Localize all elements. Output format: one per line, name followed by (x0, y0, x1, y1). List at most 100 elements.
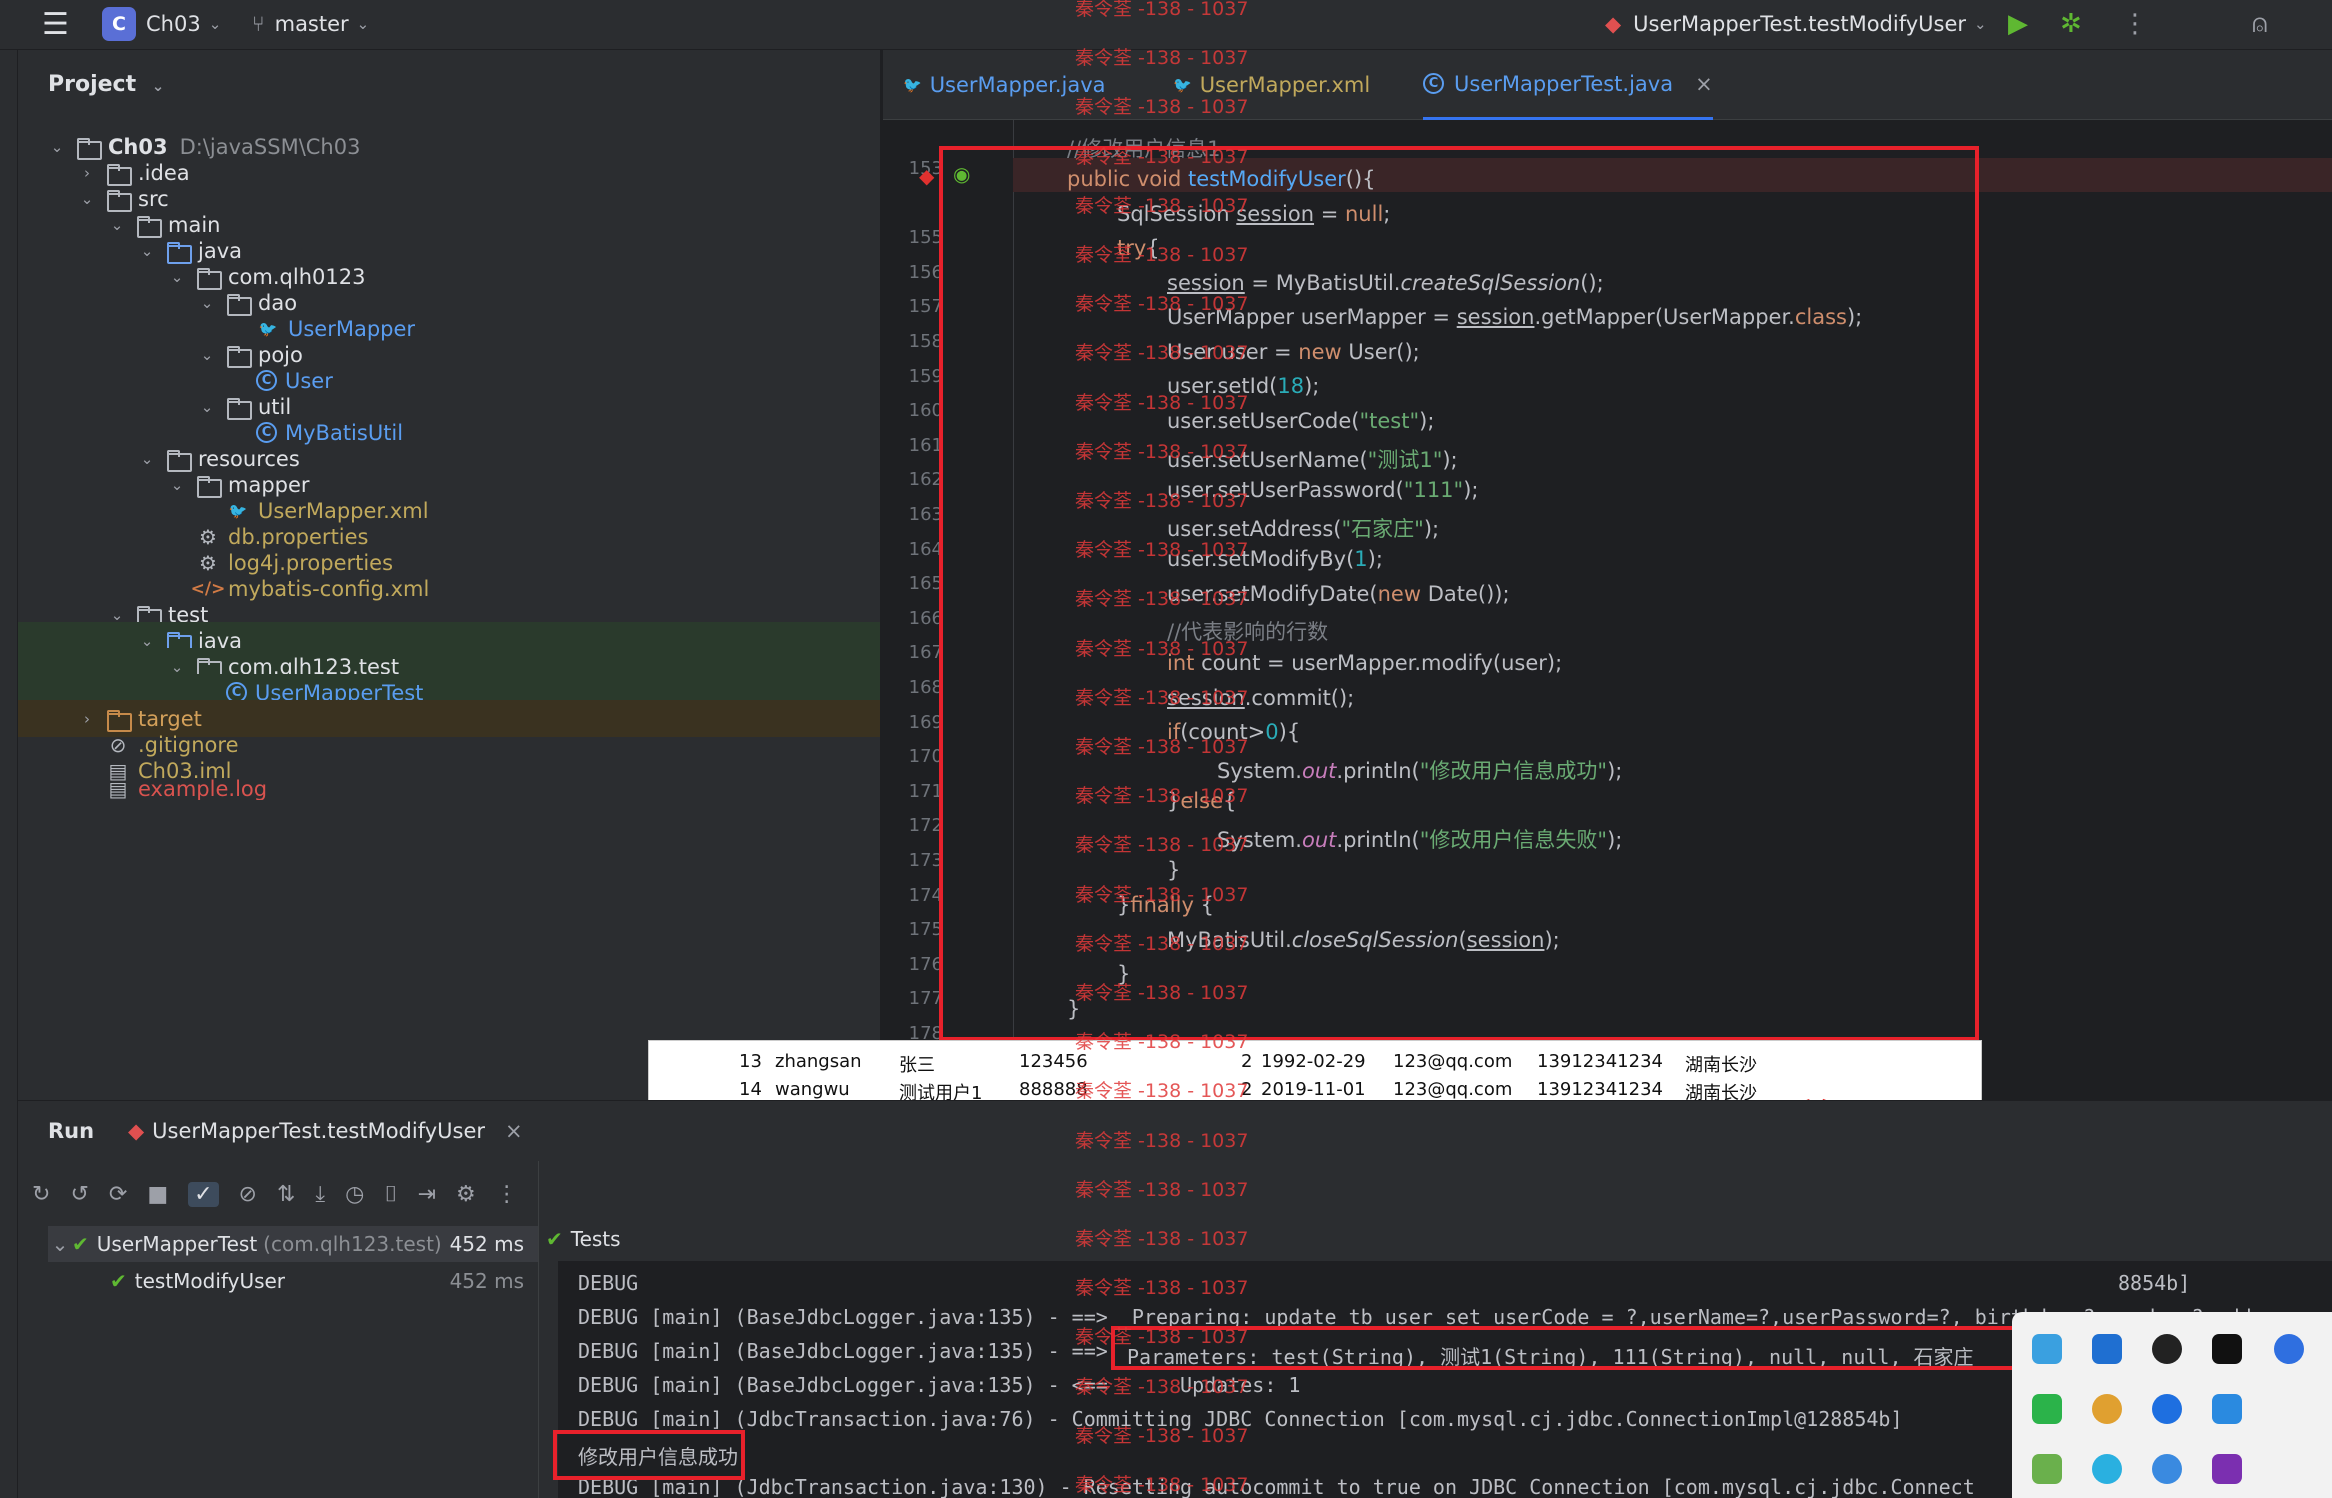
chevron-down-icon: ⌄ (151, 77, 165, 95)
mybatis-icon: 🐦 (903, 76, 922, 94)
run-panel-title[interactable]: Run (48, 1119, 94, 1143)
test-tree-root[interactable]: ⌄ ✔ UserMapperTest (com.qlh123.test) 452… (48, 1226, 538, 1262)
watermark-text: 秦令荃 -138 - 1037 (1075, 0, 1249, 20)
app-icon[interactable] (2212, 1334, 2242, 1364)
qq-icon[interactable] (2152, 1334, 2182, 1364)
line-number: 170 (908, 746, 943, 768)
more-actions-icon[interactable]: ⋮ (2122, 0, 2148, 48)
class-icon: C (1423, 73, 1444, 94)
project-badge-icon: C (102, 7, 136, 41)
line-number: 172 (908, 815, 943, 837)
chevron-down-icon: ⌄ (200, 397, 214, 416)
watermark-text: 秦令荃 -138 - 1037 (1075, 686, 1249, 709)
watermark-text: 秦令荃 -138 - 1037 (1075, 588, 1249, 611)
main-menu-icon[interactable]: ☰ (42, 0, 69, 48)
watermark-text: 秦令荃 -138 - 1037 (1075, 1326, 1249, 1349)
project-switcher[interactable]: C Ch03 ⌄ (102, 0, 221, 48)
shield-icon[interactable] (2274, 1334, 2304, 1364)
screenshot-icon[interactable]: ⌷ (384, 1182, 397, 1207)
line-number: 169 (908, 711, 943, 733)
settings-icon[interactable]: ⚙ (456, 1182, 476, 1207)
test-config-icon: ◆ (1605, 12, 1622, 36)
annotation-box-parameters (1111, 1326, 2031, 1370)
table-cell-id: 13 (739, 1051, 762, 1072)
watermark-text: 秦令荃 -138 - 1037 (1075, 145, 1249, 168)
app-icon[interactable] (2092, 1334, 2122, 1364)
tree-item-example-log[interactable]: ▤ example.log (18, 778, 880, 800)
watermark-text: 秦令荃 -138 - 1037 (1075, 1080, 1249, 1103)
chevron-down-icon: ⌄ (200, 345, 214, 364)
line-number: 160 (908, 400, 943, 422)
import-tests-icon[interactable]: ⤓ (315, 1182, 325, 1207)
close-tab-icon[interactable]: × (1695, 72, 1713, 96)
stop-icon[interactable]: ■ (147, 1182, 168, 1207)
onenote-icon[interactable] (2212, 1454, 2242, 1484)
table-row[interactable]: 13 zhangsan 张三 123456 2 1992-02-29 123@qq.com 1… (649, 1049, 1981, 1077)
table-cell-phone: 13912341234 (1537, 1051, 1663, 1072)
watermark-text: 秦令荃 -138 - 1037 (1075, 96, 1249, 119)
table-cell-id: 14 (739, 1079, 762, 1100)
close-tab-icon[interactable]: × (505, 1119, 523, 1143)
run-config-name: UserMapperTest.testModifyUser (1633, 12, 1967, 36)
test-tree-item[interactable]: ✔ testModifyUser 452 ms (48, 1263, 538, 1299)
test-passed-icon: ✔ (110, 1269, 127, 1293)
rerun-failed-icon[interactable]: ↺ (70, 1182, 88, 1207)
sync-icon[interactable] (2092, 1394, 2122, 1424)
tab-usermappertest-java[interactable]: C UserMapperTest.java × (1423, 50, 1713, 120)
breakpoint-icon[interactable]: ◆ (919, 164, 934, 188)
watermark-text: 秦令荃 -138 - 1037 (1075, 1031, 1249, 1054)
wechat-icon[interactable] (2032, 1394, 2062, 1424)
table-cell-code: zhangsan (775, 1051, 862, 1072)
watermark-text: 秦令荃 -138 - 1037 (1075, 490, 1249, 512)
toggle-auto-test-icon[interactable]: ⟳ (109, 1182, 127, 1207)
project-panel-title[interactable]: Project ⌄ (48, 72, 164, 97)
run-icon[interactable]: ▶ (2008, 0, 2028, 48)
history-icon[interactable]: ◷ (345, 1182, 364, 1207)
show-passed-icon[interactable]: ✓ (188, 1181, 219, 1207)
watermark-text: 秦令荃 -138 - 1037 (1075, 539, 1249, 562)
project-name: Ch03 (146, 12, 201, 36)
console-line: DEBUG (578, 1271, 639, 1295)
add-user-icon[interactable]: ⍝ (2252, 0, 2268, 48)
debug-icon[interactable]: ✲ (2060, 0, 2082, 48)
branch-switcher[interactable]: ⑂ master ⌄ (252, 0, 369, 48)
chevron-down-icon: ⌄ (110, 215, 124, 234)
run-config-selector[interactable]: ◆ UserMapperTest.testModifyUser ⌄ (1605, 0, 1987, 48)
console-line-tail: 8854b] (2118, 1271, 2191, 1295)
system-tray-popup (2012, 1312, 2332, 1498)
tool-window-stripe (0, 50, 18, 1498)
chevron-down-icon: ⌄ (140, 631, 154, 650)
watermark-text: 秦令荃 -138 - 1037 (1075, 391, 1249, 414)
watermark-text: 秦令荃 -138 - 1037 (1075, 194, 1249, 217)
run-divider (538, 1161, 539, 1498)
show-ignored-icon[interactable]: ⊘ (239, 1182, 257, 1207)
chevron-down-icon: ⌄ (140, 241, 154, 260)
sort-icon[interactable]: ⇅ (277, 1182, 295, 1207)
defender-icon[interactable] (2212, 1394, 2242, 1424)
chevron-down-icon: ⌄ (140, 449, 154, 468)
project-panel: Project ⌄ ⌄ Ch03 D:\javaSSM\Ch03 › .idea… (18, 50, 892, 1100)
line-number: 168 (908, 677, 943, 698)
mybatis-icon: 🐦 (1173, 76, 1192, 94)
line-number: 165 (908, 573, 943, 595)
cloud-icon[interactable] (2092, 1454, 2122, 1484)
run-tab[interactable]: ◆ UserMapperTest.testModifyUser × (128, 1119, 523, 1143)
watermark-text: 秦令荃 -138 - 1037 (1075, 1424, 1249, 1447)
rerun-icon[interactable]: ↻ (32, 1182, 50, 1207)
watermark-text: 秦令荃 -138 - 1037 (1075, 785, 1249, 808)
watermark-text: 秦令荃 -138 - 1037 (1075, 1129, 1249, 1152)
more-actions-icon[interactable]: ⋮ (496, 1182, 518, 1207)
export-icon[interactable]: ⇥ (418, 1182, 436, 1207)
bluetooth-icon[interactable] (2152, 1394, 2182, 1424)
line-number: 161 (908, 434, 943, 456)
branch-name: master (274, 12, 349, 36)
table-cell-birthday: 2019-11-01 (1261, 1079, 1366, 1100)
nvidia-icon[interactable] (2032, 1454, 2062, 1484)
app-icon[interactable] (2032, 1334, 2062, 1364)
annotation-box-success (553, 1430, 745, 1480)
table-cell-code: wangwu (775, 1079, 850, 1100)
chevron-down-icon: ⌄ (110, 605, 124, 624)
chevron-down-icon: ⌄ (208, 15, 222, 33)
line-number: 174 (908, 884, 943, 906)
app-icon[interactable] (2152, 1454, 2182, 1484)
